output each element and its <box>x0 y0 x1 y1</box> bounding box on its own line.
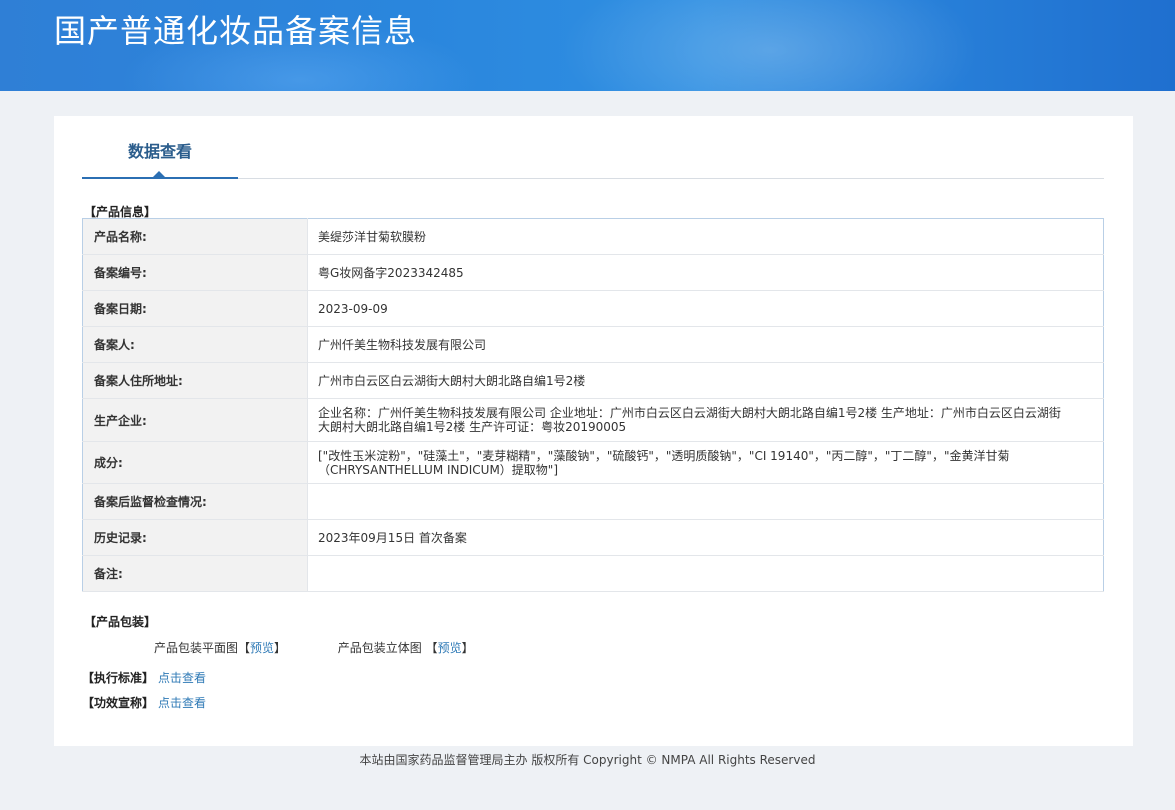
row-key: 成分: <box>82 441 308 484</box>
page-header: 国产普通化妆品备案信息 <box>0 0 1175 91</box>
packaging-section-label: 【产品包装】 <box>84 615 157 629</box>
table-row: 备案人住所地址: 广州市白云区白云湖街大朗村大朗北路自编1号2楼 <box>82 362 1104 399</box>
table-row: 备案编号: 粤G妆网备字2023342485 <box>82 254 1104 291</box>
table-row: 备案日期: 2023-09-09 <box>82 290 1104 327</box>
row-value <box>307 483 1104 520</box>
content-panel: 数据查看 【产品信息】 产品名称: 美缇莎洋甘菊软膜粉 备案编号: 粤G妆网备字… <box>54 116 1133 746</box>
row-value: 广州市白云区白云湖街大朗村大朗北路自编1号2楼 <box>307 362 1104 399</box>
tab-data-view[interactable]: 数据查看 <box>82 134 238 179</box>
row-value: 美缇莎洋甘菊软膜粉 <box>307 218 1104 255</box>
packaging-stereo-label: 产品包装立体图 <box>337 641 422 655</box>
efficacy-line: 【功效宣称】 点击查看 <box>82 694 206 711</box>
standard-label: 【执行标准】 <box>82 671 155 685</box>
standard-line: 【执行标准】 点击查看 <box>82 669 206 686</box>
efficacy-label: 【功效宣称】 <box>82 696 155 710</box>
bracket-close: 】 <box>461 641 474 655</box>
tab-data-view-label: 数据查看 <box>127 142 192 161</box>
table-row: 备案人: 广州仟美生物科技发展有限公司 <box>82 326 1104 363</box>
table-row: 历史记录: 2023年09月15日 首次备案 <box>82 519 1104 556</box>
standard-view-link[interactable]: 点击查看 <box>158 671 206 685</box>
table-row: 生产企业: 企业名称：广州仟美生物科技发展有限公司 企业地址：广州市白云区白云湖… <box>82 398 1104 442</box>
tab-active-caret-icon <box>153 171 165 177</box>
row-key: 历史记录: <box>82 519 308 556</box>
page-title: 国产普通化妆品备案信息 <box>54 12 418 50</box>
row-value: 广州仟美生物科技发展有限公司 <box>307 326 1104 363</box>
tab-bar: 数据查看 <box>82 134 1104 179</box>
row-key: 备案编号: <box>82 254 308 291</box>
row-key: 产品名称: <box>82 218 308 255</box>
table-row: 备注: <box>82 555 1104 592</box>
row-key: 备案后监督检查情况: <box>82 483 308 520</box>
row-key: 备案日期: <box>82 290 308 327</box>
row-value: 企业名称：广州仟美生物科技发展有限公司 企业地址：广州市白云区白云湖街大朗村大朗… <box>307 398 1104 442</box>
footer-copyright: 本站由国家药品监督管理局主办 版权所有 Copyright © NMPA All… <box>359 753 816 767</box>
efficacy-view-link[interactable]: 点击查看 <box>158 696 206 710</box>
row-value: 2023年09月15日 首次备案 <box>307 519 1104 556</box>
packaging-flat-label: 产品包装平面图 <box>154 641 239 655</box>
row-value <box>307 555 1104 592</box>
table-row: 备案后监督检查情况: <box>82 483 1104 520</box>
row-key: 备案人: <box>82 326 308 363</box>
bracket-open: 【 <box>421 641 438 655</box>
row-key: 生产企业: <box>82 398 308 442</box>
row-value: 2023-09-09 <box>307 290 1104 327</box>
packaging-links: 产品包装平面图【预览】 产品包装立体图 【预览】 <box>154 639 474 656</box>
row-key: 备案人住所地址: <box>82 362 308 399</box>
bracket-close: 】 <box>274 641 287 655</box>
table-row: 成分: ["改性玉米淀粉"，"硅藻土"，"麦芽糊精"，"藻酸钠"，"硫酸钙"，"… <box>82 441 1104 484</box>
table-row: 产品名称: 美缇莎洋甘菊软膜粉 <box>82 218 1104 255</box>
header-glow-decoration <box>560 0 980 91</box>
row-value: 粤G妆网备字2023342485 <box>307 254 1104 291</box>
flat-preview-link[interactable]: 预览 <box>250 641 274 655</box>
bracket-open: 【 <box>238 641 251 655</box>
row-key: 备注: <box>82 555 308 592</box>
product-info-table: 产品名称: 美缇莎洋甘菊软膜粉 备案编号: 粤G妆网备字2023342485 备… <box>82 218 1104 592</box>
row-value: ["改性玉米淀粉"，"硅藻土"，"麦芽糊精"，"藻酸钠"，"硫酸钙"，"透明质酸… <box>307 441 1104 484</box>
stereo-preview-link[interactable]: 预览 <box>438 641 462 655</box>
